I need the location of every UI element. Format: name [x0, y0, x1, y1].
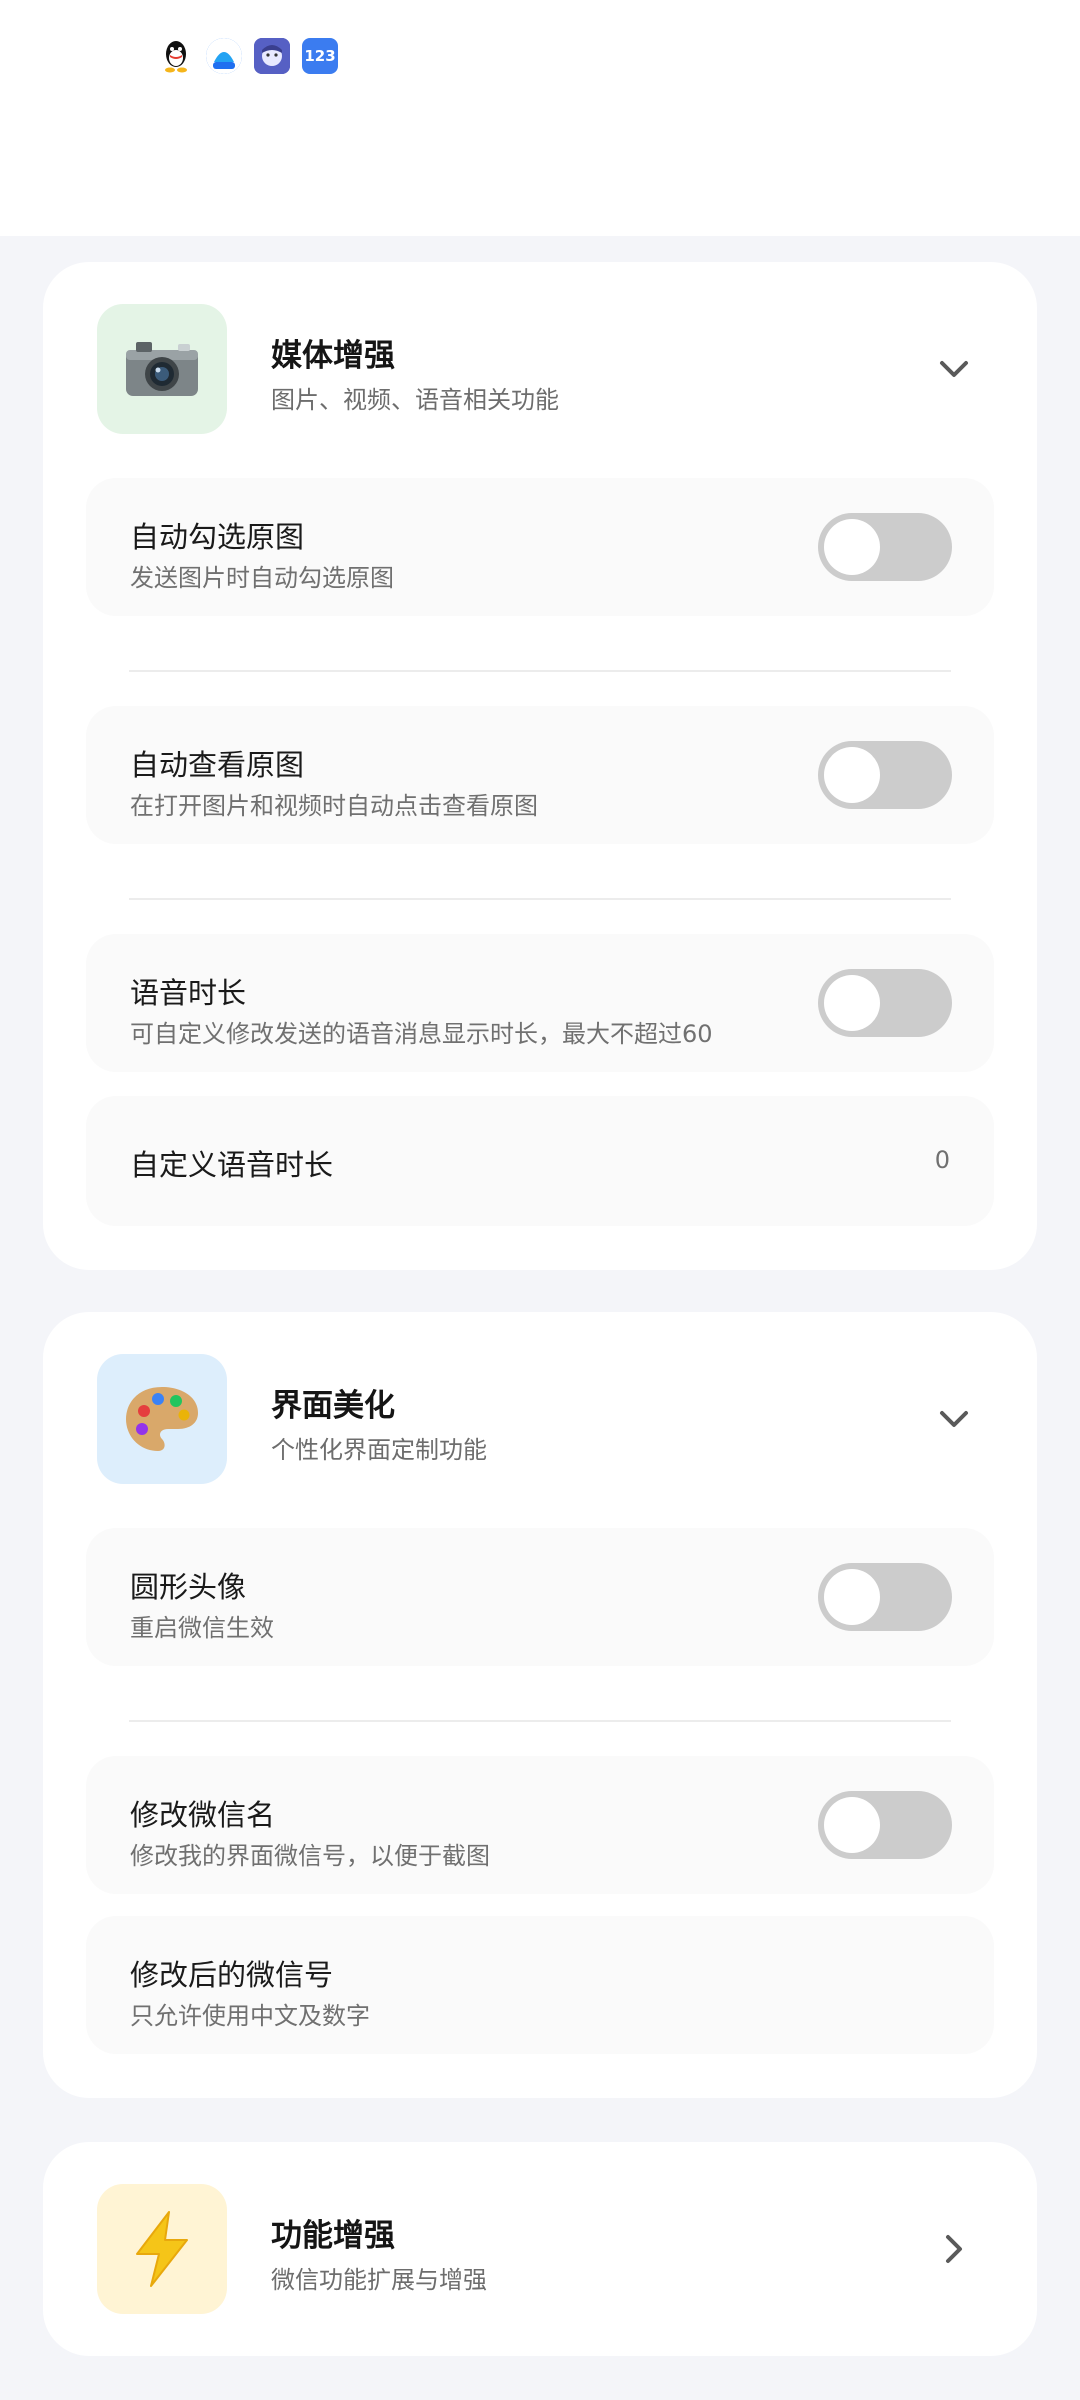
section-subtitle: 微信功能扩展与增强	[271, 2266, 487, 2294]
round-avatar-toggle[interactable]	[818, 1563, 952, 1631]
setting-description: 可自定义修改发送的语音消息显示时长，最大不超过60	[130, 1020, 713, 1048]
setting-title: 自动勾选原图	[130, 520, 305, 554]
section-subtitle: 个性化界面定制功能	[271, 1436, 487, 1464]
setting-description: 只允许使用中文及数字	[130, 2002, 370, 2030]
toggle-knob	[824, 519, 880, 575]
status-bar: 123	[0, 0, 1080, 236]
auto-view-original-toggle[interactable]	[818, 741, 952, 809]
auto-select-original-toggle[interactable]	[818, 513, 952, 581]
baidu-netdisk-icon	[206, 38, 242, 74]
section-title: 界面美化	[271, 1388, 395, 1424]
chevron-down-icon[interactable]	[937, 1402, 971, 1436]
setting-description: 修改我的界面微信号，以便于截图	[130, 1842, 490, 1870]
toggle-knob	[824, 1569, 880, 1625]
setting-title: 自动查看原图	[130, 748, 305, 782]
voice-duration-toggle[interactable]	[818, 969, 952, 1037]
setting-auto-view-original[interactable]: 自动查看原图 在打开图片和视频时自动点击查看原图	[86, 706, 994, 844]
setting-voice-duration[interactable]: 语音时长 可自定义修改发送的语音消息显示时长，最大不超过60	[86, 934, 994, 1072]
numbers-app-icon: 123	[302, 38, 338, 74]
divider	[129, 670, 951, 672]
lightning-icon	[97, 2184, 227, 2314]
chevron-right-icon[interactable]	[937, 2232, 971, 2266]
setting-title: 修改后的微信号	[130, 1958, 334, 1992]
qq-icon	[158, 38, 194, 74]
notification-icons: 123	[158, 38, 338, 74]
section-header-media[interactable]: 媒体增强 图片、视频、语音相关功能	[43, 262, 1037, 442]
setting-title: 修改微信名	[130, 1798, 276, 1832]
avatar-app-icon	[254, 38, 290, 74]
setting-round-avatar[interactable]: 圆形头像 重启微信生效	[86, 1528, 994, 1666]
setting-modify-wechat-name[interactable]: 修改微信名 修改我的界面微信号，以便于截图	[86, 1756, 994, 1894]
setting-description: 重启微信生效	[130, 1614, 274, 1642]
toggle-knob	[824, 975, 880, 1031]
section-title: 功能增强	[271, 2218, 395, 2254]
camera-icon	[97, 304, 227, 434]
custom-voice-duration-value: 0	[934, 1146, 950, 1174]
section-header-ui[interactable]: 界面美化 个性化界面定制功能	[43, 1312, 1037, 1492]
section-title: 媒体增强	[271, 338, 395, 374]
section-ui-beautify: 界面美化 个性化界面定制功能 圆形头像 重启微信生效 修改微信名 修改我的界面微…	[43, 1312, 1037, 2098]
setting-description: 发送图片时自动勾选原图	[130, 564, 394, 592]
divider	[129, 1720, 951, 1722]
setting-custom-voice-duration[interactable]: 自定义语音时长 0	[86, 1096, 994, 1226]
divider	[129, 898, 951, 900]
toggle-knob	[824, 747, 880, 803]
setting-description: 在打开图片和视频时自动点击查看原图	[130, 792, 538, 820]
palette-icon	[97, 1354, 227, 1484]
setting-title: 圆形头像	[130, 1570, 247, 1604]
setting-title: 语音时长	[130, 976, 247, 1010]
chevron-down-icon[interactable]	[937, 352, 971, 386]
toggle-knob	[824, 1797, 880, 1853]
section-media-enhance: 媒体增强 图片、视频、语音相关功能 自动勾选原图 发送图片时自动勾选原图 自动查…	[43, 262, 1037, 1270]
section-feature-enhance[interactable]: 功能增强 微信功能扩展与增强	[43, 2142, 1037, 2356]
setting-title: 自定义语音时长	[130, 1148, 334, 1182]
setting-modified-wechat-id[interactable]: 修改后的微信号 只允许使用中文及数字	[86, 1916, 994, 2054]
modify-wechat-name-toggle[interactable]	[818, 1791, 952, 1859]
section-subtitle: 图片、视频、语音相关功能	[271, 386, 559, 414]
setting-auto-select-original[interactable]: 自动勾选原图 发送图片时自动勾选原图	[86, 478, 994, 616]
